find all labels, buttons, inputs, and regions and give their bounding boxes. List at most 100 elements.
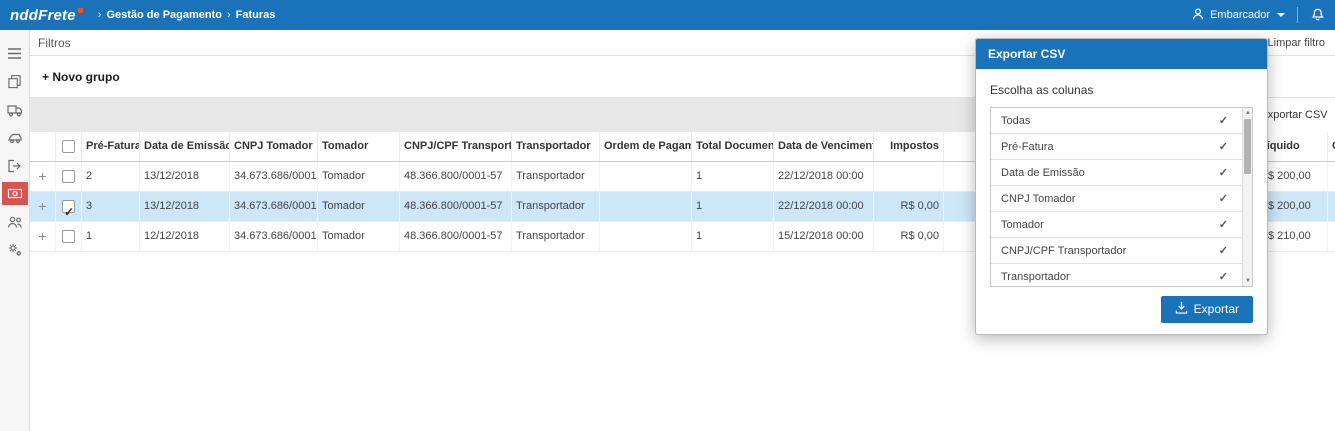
cell-data_vencimento: 22/12/2018 00:00: [774, 162, 874, 191]
sidebar-item-vehicle[interactable]: [2, 126, 28, 149]
cell-cnpj_tomador: 34.673.686/0001-01: [230, 222, 318, 251]
cell-data_emissao: 13/12/2018: [140, 162, 230, 191]
user-label: Embarcador: [1210, 9, 1270, 21]
scrollbar[interactable]: ▲ ▼: [1242, 108, 1252, 286]
breadcrumb-item[interactable]: Gestão de Pagamento: [106, 9, 222, 21]
cell-data_emissao: 12/12/2018: [140, 222, 230, 251]
cell-impostos: R$ 0,00: [874, 192, 944, 221]
column-header-cnpj_tomador[interactable]: CNPJ Tomador: [230, 132, 318, 161]
column-header-cnpj_cpf_transportador[interactable]: CNPJ/CPF Transportador: [400, 132, 512, 161]
modal-title: Exportar CSV: [976, 39, 1267, 69]
cell-transportador: Transportador: [512, 222, 600, 251]
row-checkbox[interactable]: [62, 198, 75, 221]
check-icon: ✓: [1218, 271, 1228, 283]
cell-total_documentos: 1: [692, 192, 774, 221]
cell-impostos: R$ 0,00: [874, 222, 944, 251]
cell-cnpj_cpf_transportador: 48.366.800/0001-57: [400, 162, 512, 191]
cell-tomador: Tomador: [318, 192, 400, 221]
column-header-total_documentos[interactable]: Total Documentos: [692, 132, 774, 161]
app-logo: nddFrete: [10, 6, 76, 24]
row-expander[interactable]: +: [30, 192, 56, 221]
row-expander[interactable]: +: [30, 162, 56, 191]
column-header-ordem_pagamento[interactable]: Ordem de Pagamento: [600, 132, 692, 161]
cell-cnpj_cpf_transportador: 48.366.800/0001-57: [400, 192, 512, 221]
check-icon: ✓: [1218, 167, 1228, 179]
scrollbar-thumb[interactable]: [1244, 119, 1251, 174]
column-header-data_emissao[interactable]: Data de Emissão ↓: [140, 132, 230, 161]
scroll-up-icon[interactable]: ▲: [1243, 109, 1252, 117]
cell-pre_fatura: 1: [82, 222, 140, 251]
cell-cobranca: [1328, 192, 1335, 221]
breadcrumb-separator: ›: [227, 9, 231, 21]
filters-title: Filtros: [38, 35, 71, 50]
row-checkbox[interactable]: [62, 170, 75, 183]
breadcrumb: › Gestão de Pagamento › Faturas: [98, 9, 276, 21]
column-header-cobranca[interactable]: Cobra: [1328, 132, 1335, 161]
user-menu[interactable]: Embarcador: [1191, 7, 1285, 24]
logout-icon: [7, 159, 22, 173]
check-icon: ✓: [1218, 245, 1228, 257]
column-header-impostos[interactable]: Impostos: [874, 132, 944, 161]
cell-ordem_pagamento: [600, 162, 692, 191]
new-group-button[interactable]: + Novo grupo: [42, 70, 120, 84]
sidebar-item-users[interactable]: [2, 210, 28, 233]
sidebar-item-payment[interactable]: [1, 182, 28, 205]
check-icon: ✓: [1218, 115, 1228, 127]
person-icon: [1191, 7, 1205, 24]
sidebar-item-logout[interactable]: [2, 154, 28, 177]
column-option[interactable]: Data de Emissão ✓: [991, 160, 1242, 186]
cell-cnpj_cpf_transportador: 48.366.800/0001-57: [400, 222, 512, 251]
cell-ordem_pagamento: [600, 222, 692, 251]
sidebar-item-truck[interactable]: [2, 98, 28, 121]
documents-icon: [7, 74, 22, 89]
cell-data_vencimento: 22/12/2018 00:00: [774, 192, 874, 221]
users-icon: [7, 215, 23, 229]
check-icon: ✓: [1218, 193, 1228, 205]
column-header-tomador[interactable]: Tomador: [318, 132, 400, 161]
column-header-transportador[interactable]: Transportador: [512, 132, 600, 161]
sidebar-item-documents[interactable]: [2, 70, 28, 93]
check-icon: ✓: [1218, 141, 1228, 153]
breadcrumb-item[interactable]: Faturas: [236, 9, 276, 21]
truck-icon: [6, 103, 23, 117]
cell-transportador: Transportador: [512, 162, 600, 191]
row-checkbox[interactable]: [62, 230, 75, 243]
cell-checkbox: [56, 162, 82, 191]
export-button[interactable]: Exportar: [1160, 296, 1253, 323]
logo-mark-icon: [78, 8, 83, 13]
cell-tomador: Tomador: [318, 222, 400, 251]
cell-checkbox: [56, 222, 82, 251]
column-header-expander: [30, 132, 56, 161]
column-header-data_vencimento[interactable]: Data de Vencimento: [774, 132, 874, 161]
column-option[interactable]: CNPJ/CPF Transportador ✓: [991, 238, 1242, 264]
scroll-down-icon[interactable]: ▼: [1243, 277, 1252, 285]
cell-cnpj_tomador: 34.673.686/0001-01: [230, 192, 318, 221]
column-option[interactable]: Pré-Fatura ✓: [991, 134, 1242, 160]
cell-data_emissao: 13/12/2018: [140, 192, 230, 221]
column-option[interactable]: Todas ✓: [991, 108, 1242, 134]
chevron-down-icon: [1277, 13, 1285, 17]
column-option[interactable]: Tomador ✓: [991, 212, 1242, 238]
sidebar-item-settings[interactable]: [2, 238, 28, 261]
row-expander[interactable]: +: [30, 222, 56, 251]
cell-transportador: Transportador: [512, 192, 600, 221]
settings-icon: [7, 242, 23, 257]
cell-tomador: Tomador: [318, 162, 400, 191]
column-option[interactable]: Transportador ✓: [991, 264, 1242, 286]
column-options-list: Todas ✓ Pré-Fatura ✓ Data de Emissão ✓ CNPJ To…: [990, 107, 1253, 287]
cell-cobranca: [1328, 222, 1335, 251]
cell-cnpj_tomador: 34.673.686/0001-01: [230, 162, 318, 191]
cell-pre_fatura: 2: [82, 162, 140, 191]
sidebar-item-menu[interactable]: [2, 42, 28, 65]
breadcrumb-separator: ›: [97, 9, 102, 21]
column-header-pre_fatura[interactable]: Pré-Fatura: [82, 132, 140, 161]
vehicle-icon: [7, 131, 23, 144]
cell-data_vencimento: 15/12/2018 00:00: [774, 222, 874, 251]
select-all-checkbox[interactable]: [62, 140, 75, 153]
menu-icon: [7, 47, 22, 60]
column-option[interactable]: CNPJ Tomador ✓: [991, 186, 1242, 212]
check-icon: ✓: [1218, 219, 1228, 231]
column-header-checkbox[interactable]: [56, 132, 82, 161]
bell-icon[interactable]: [1310, 6, 1325, 24]
modal-subtitle: Escolha as colunas: [990, 83, 1094, 97]
